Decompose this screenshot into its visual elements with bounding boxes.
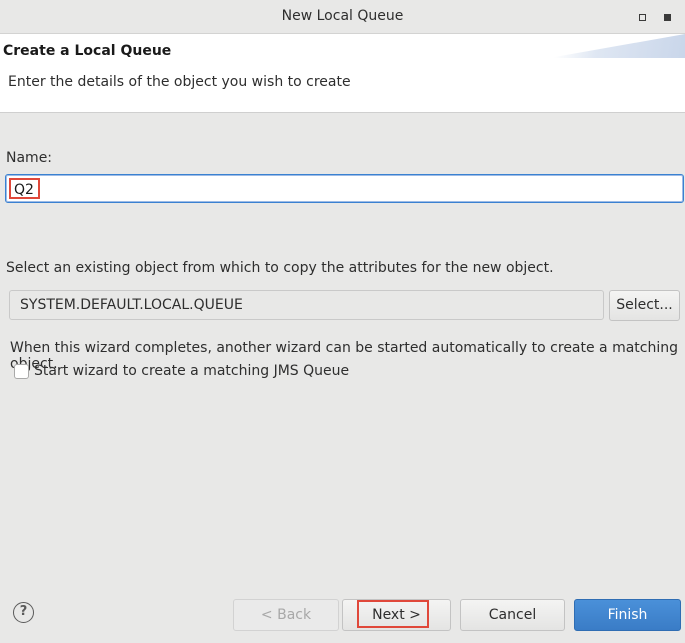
cancel-button[interactable]: Cancel: [460, 599, 565, 631]
name-input-value: Q2: [9, 178, 40, 199]
next-button[interactable]: Next >: [342, 599, 451, 631]
jms-queue-checkbox[interactable]: [14, 364, 29, 379]
header-banner-graphic: [549, 34, 685, 58]
copy-from-value: SYSTEM.DEFAULT.LOCAL.QUEUE: [20, 297, 243, 313]
maximize-button[interactable]: [634, 9, 650, 25]
window-title: New Local Queue: [281, 8, 404, 24]
page-title: Create a Local Queue: [3, 43, 172, 59]
copy-from-field: SYSTEM.DEFAULT.LOCAL.QUEUE: [9, 290, 604, 320]
title-bar: New Local Queue: [0, 0, 685, 34]
name-input[interactable]: Q2: [5, 174, 684, 203]
maximize-icon: [638, 13, 646, 21]
page-description: Enter the details of the object you wish…: [8, 74, 351, 90]
copy-from-label: Select an existing object from which to …: [6, 260, 554, 276]
back-button[interactable]: < Back: [233, 599, 339, 631]
help-icon[interactable]: ?: [13, 602, 34, 623]
close-button[interactable]: [659, 9, 675, 25]
name-label: Name:: [6, 150, 53, 166]
select-button[interactable]: Select...: [609, 290, 680, 321]
wizard-header: Create a Local Queue Enter the details o…: [0, 34, 685, 113]
jms-queue-checkbox-label[interactable]: Start wizard to create a matching JMS Qu…: [34, 363, 349, 379]
close-icon: [663, 13, 671, 21]
finish-button[interactable]: Finish: [574, 599, 681, 631]
